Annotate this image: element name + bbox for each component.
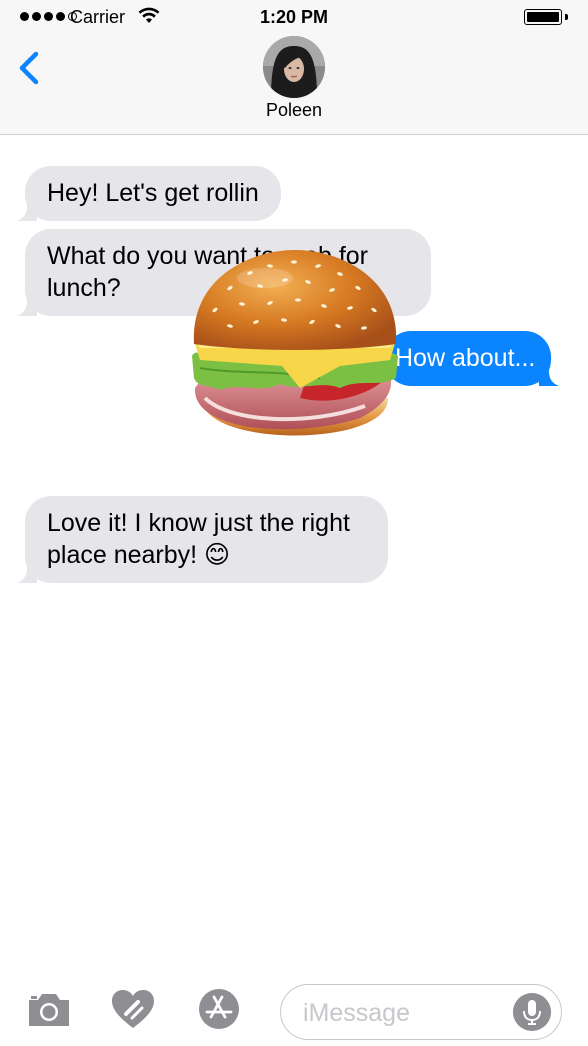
message-input-container[interactable] [280, 984, 562, 1040]
contact-avatar[interactable] [263, 36, 325, 98]
back-chevron-icon[interactable] [14, 48, 48, 88]
burger-sticker-icon[interactable] [190, 248, 400, 463]
camera-icon[interactable] [26, 988, 72, 1030]
message-bubble-incoming[interactable]: Love it! I know just the right place nea… [17, 496, 388, 583]
battery-icon [524, 9, 568, 25]
message-bubble-outgoing[interactable]: How about... [385, 331, 560, 386]
contact-name[interactable]: Poleen [0, 100, 588, 121]
message-text: Hey! Let's get rollin [47, 179, 259, 207]
clock: 1:20 PM [259, 7, 329, 27]
microphone-icon[interactable] [513, 993, 551, 1031]
message-text: Love it! I know just the right place nea… [47, 509, 350, 569]
conversation-header: Poleen [0, 36, 588, 135]
digital-touch-heart-icon[interactable] [110, 988, 156, 1030]
app-store-icon[interactable] [196, 988, 242, 1030]
message-text: How about... [395, 344, 536, 372]
message-bubble-incoming[interactable]: Hey! Let's get rollin [17, 166, 281, 221]
status-bar: Carrier 1:20 PM [0, 0, 588, 36]
message-input[interactable] [301, 997, 515, 1029]
